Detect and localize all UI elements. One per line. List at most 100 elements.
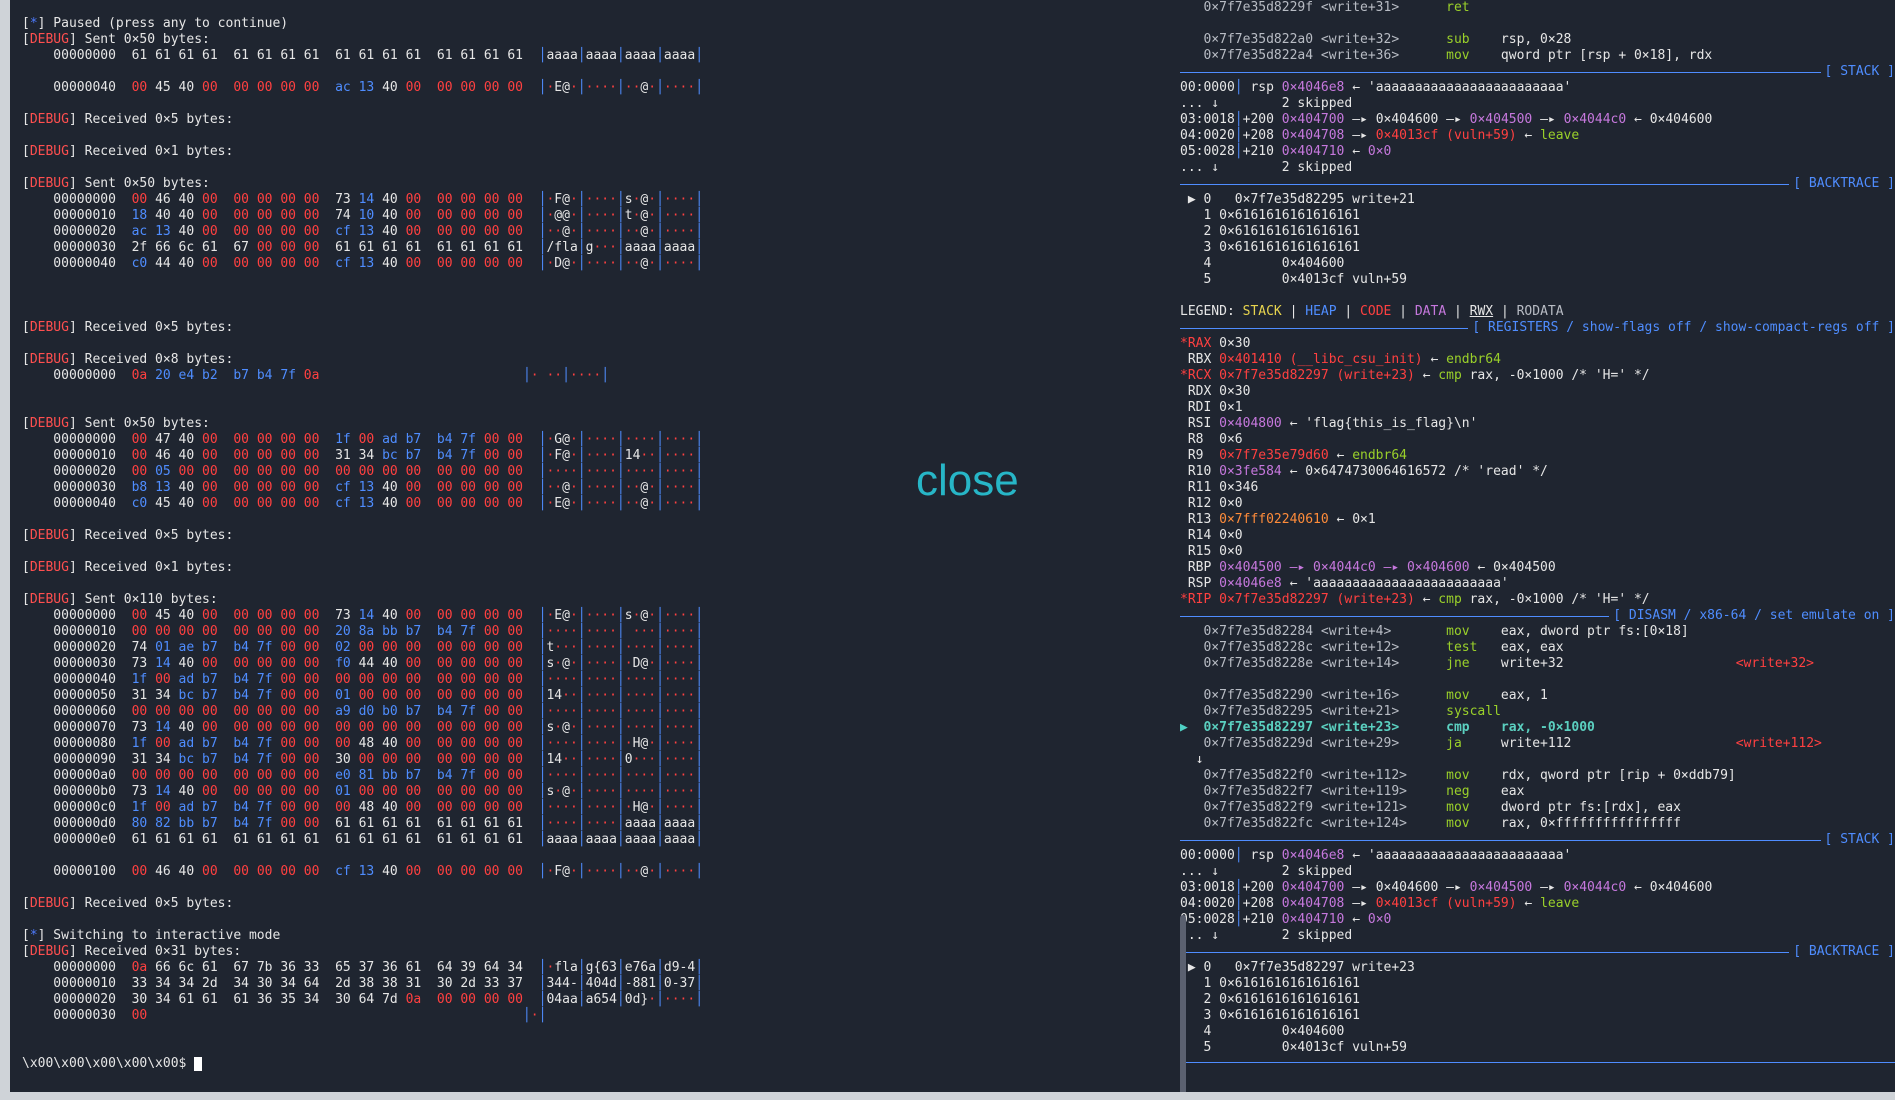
right-terminal-pane-pwndbg[interactable]: 0×7f7e35d8229f <write+31> ret 0×7f7e35d8… bbox=[1180, 0, 1895, 1100]
terminal-line: 00000100 00 46 40 00 00 00 00 00 cf 13 4… bbox=[22, 864, 704, 879]
terminal-line: 00000040 c0 44 40 00 00 00 00 00 cf 13 4… bbox=[22, 256, 704, 271]
stack-section-header-2: [ STACK ] bbox=[1180, 832, 1895, 848]
stack-entry: 04:0020│+208 0×404708 —▸ 0×4013cf (vuln+… bbox=[1180, 128, 1580, 143]
terminal-line: 00000010 00 00 00 00 00 00 00 00 20 8a b… bbox=[22, 624, 704, 639]
terminal-line: 00000010 33 34 34 2d 34 30 34 64 2d 38 3… bbox=[22, 976, 704, 991]
register-row: R10 0×3fe584 ← 0×6474730064616572 /* 're… bbox=[1180, 464, 1548, 479]
disasm-line: 0×7f7e35d82295 <write+21> syscall bbox=[1203, 704, 1501, 719]
terminal-line: [*] Switching to interactive mode bbox=[22, 928, 281, 943]
disasm-section-header-label: [ DISASM / x86-64 / set emulate on ] bbox=[1609, 608, 1895, 623]
stack-skip: ... ↓ 2 skipped bbox=[1180, 864, 1353, 879]
backtrace-frame: 3 0×6161616161616161 bbox=[1180, 240, 1361, 255]
backtrace-frame: 1 0×6161616161616161 bbox=[1180, 208, 1361, 223]
terminal-line: [DEBUG] Sent 0×50 bytes: bbox=[22, 32, 210, 47]
stack-entry: 03:0018│+200 0×404700 —▸ 0×404600 —▸ 0×4… bbox=[1180, 112, 1713, 127]
terminal-line: [DEBUG] Received 0×5 bytes: bbox=[22, 528, 234, 543]
pwndbg-line bbox=[1180, 16, 1895, 32]
terminal-line: 00000040 00 45 40 00 00 00 00 00 ac 13 4… bbox=[22, 80, 704, 95]
pwndbg-context: 0×7f7e35d8229f <write+31> ret 0×7f7e35d8… bbox=[1180, 0, 1895, 1063]
terminal-line: 00000030 2f 66 6c 61 67 00 00 00 61 61 6… bbox=[22, 240, 704, 255]
register-row: *RCX 0×7f7e35d82297 (write+23) ← cmp rax… bbox=[1180, 368, 1650, 383]
disasm-line: 0×7f7e35d822f7 <write+119> neg eax bbox=[1203, 784, 1525, 799]
register-row: R14 0×0 bbox=[1180, 528, 1243, 543]
terminal-line: 00000010 18 40 40 00 00 00 00 00 74 10 4… bbox=[22, 208, 704, 223]
terminal-line: [DEBUG] Received 0×31 bytes: bbox=[22, 944, 242, 959]
legend: LEGEND: STACK | HEAP | CODE | DATA | RWX… bbox=[1180, 304, 1564, 319]
terminal-line: [*] Paused (press any to continue) bbox=[22, 16, 289, 31]
terminal-line: 00000000 00 45 40 00 00 00 00 00 73 14 4… bbox=[22, 608, 704, 623]
terminal-line: 00000000 00 47 40 00 00 00 00 00 1f 00 a… bbox=[22, 432, 704, 447]
backtrace-frame: ▶ 0 0×7f7e35d82295 write+21 bbox=[1180, 192, 1415, 207]
stack-section-header-2-label: [ STACK ] bbox=[1820, 832, 1895, 847]
terminal-line: 00000000 0a 20 e4 b2 b7 b4 7f 0a │· ··│·… bbox=[22, 368, 610, 383]
register-row: RDX 0×30 bbox=[1180, 384, 1251, 399]
terminal-line: [DEBUG] Received 0×1 bytes: bbox=[22, 560, 234, 575]
stack-entry: 05:0028│+210 0×404710 ← 0×0 bbox=[1180, 912, 1392, 927]
register-row: RSP 0×4046e8 ← 'aaaaaaaaaaaaaaaaaaaaaaaa… bbox=[1180, 576, 1509, 591]
terminal-line: 000000e0 61 61 61 61 61 61 61 61 61 61 6… bbox=[22, 832, 704, 847]
terminal-line: 00000030 73 14 40 00 00 00 00 00 f0 44 4… bbox=[22, 656, 704, 671]
backtrace-section-header: [ BACKTRACE ] bbox=[1180, 176, 1895, 192]
register-row: RBP 0×404500 —▸ 0×4044c0 —▸ 0×404600 ← 0… bbox=[1180, 560, 1556, 575]
register-row: *RAX 0×30 bbox=[1180, 336, 1251, 351]
backtrace-section-header-label: [ BACKTRACE ] bbox=[1789, 176, 1895, 191]
backtrace-frame: 5 0×4013cf vuln+59 bbox=[1180, 1040, 1407, 1055]
terminal-cursor[interactable] bbox=[194, 1056, 203, 1071]
disasm-line: 0×7f7e35d82290 <write+16> mov eax, 1 bbox=[1203, 688, 1548, 703]
disasm-line: 0×7f7e35d8228c <write+12> test eax, eax bbox=[1203, 640, 1564, 655]
terminal-line: 00000070 73 14 40 00 00 00 00 00 00 00 0… bbox=[22, 720, 704, 735]
registers-section-header-label: [ REGISTERS / show-flags off / show-comp… bbox=[1468, 320, 1895, 335]
register-row: R9 0×7f7e35e79d60 ← endbr64 bbox=[1180, 448, 1407, 463]
terminal-line: 00000020 ac 13 40 00 00 00 00 00 cf 13 4… bbox=[22, 224, 704, 239]
register-row: R12 0×0 bbox=[1180, 496, 1243, 511]
disasm-line bbox=[1180, 672, 1895, 688]
stack-section-header: [ STACK ] bbox=[1180, 64, 1895, 80]
backtrace-section-header-2-label: [ BACKTRACE ] bbox=[1789, 944, 1895, 959]
disasm-line: 0×7f7e35d8229f <write+31> ret bbox=[1180, 0, 1501, 15]
terminal-line: [DEBUG] Received 0×8 bytes: bbox=[22, 352, 234, 367]
terminal-line: [DEBUG] Received 0×5 bytes: bbox=[22, 112, 234, 127]
terminal-line: 00000000 0a 66 6c 61 67 7b 36 33 65 37 3… bbox=[22, 960, 704, 975]
terminal-line: 00000020 30 34 61 61 61 36 35 34 30 64 7… bbox=[22, 992, 704, 1007]
section-divider bbox=[1180, 1062, 1895, 1063]
register-row: R11 0×346 bbox=[1180, 480, 1259, 495]
disasm-line: 0×7f7e35d822fc <write+124> mov rax, 0×ff… bbox=[1203, 816, 1681, 831]
register-row: RBX 0×401410 (__libc_csu_init) ← endbr64 bbox=[1180, 352, 1501, 367]
window-bottom-edge bbox=[0, 1092, 1895, 1100]
register-row: *RIP 0×7f7e35d82297 (write+23) ← cmp rax… bbox=[1180, 592, 1650, 607]
terminal-line: [DEBUG] Received 0×1 bytes: bbox=[22, 144, 234, 159]
disasm-line: 0×7f7e35d822a0 <write+32> sub rsp, 0×28 bbox=[1180, 32, 1572, 47]
backtrace-frame: 3 0×6161616161616161 bbox=[1180, 1008, 1361, 1023]
stack-skip: ... ↓ 2 skipped bbox=[1180, 160, 1353, 175]
terminal-line: [DEBUG] Received 0×5 bytes: bbox=[22, 320, 234, 335]
stack-entry: 05:0028│+210 0×404710 ← 0×0 bbox=[1180, 144, 1392, 159]
disasm-current-instruction: ▶ 0×7f7e35d82297 <write+23> cmp rax, -0×… bbox=[1180, 720, 1595, 735]
pane-divider[interactable] bbox=[1170, 0, 1180, 1100]
terminal-line: 00000090 31 34 bc b7 b4 7f 00 00 30 00 0… bbox=[22, 752, 704, 767]
scrollbar[interactable] bbox=[1180, 915, 1186, 1095]
terminal-line: 00000040 1f 00 ad b7 b4 7f 00 00 00 00 0… bbox=[22, 672, 704, 687]
register-row: R15 0×0 bbox=[1180, 544, 1243, 559]
terminal-line: 00000020 74 01 ae b7 b4 7f 00 00 02 00 0… bbox=[22, 640, 704, 655]
backtrace-frame: 5 0×4013cf vuln+59 bbox=[1180, 272, 1407, 287]
register-row: R13 0×7fff02240610 ← 0×1 bbox=[1180, 512, 1376, 527]
disasm-line: 0×7f7e35d82284 <write+4> mov eax, dword … bbox=[1203, 624, 1689, 639]
close-label[interactable]: close bbox=[916, 456, 1019, 506]
terminal-line: [DEBUG] Sent 0×110 bytes: bbox=[22, 592, 218, 607]
left-terminal-pane[interactable]: [*] Paused (press any to continue) [DEBUG… bbox=[0, 0, 1180, 1100]
terminal-line: 00000050 31 34 bc b7 b4 7f 00 00 01 00 0… bbox=[22, 688, 704, 703]
